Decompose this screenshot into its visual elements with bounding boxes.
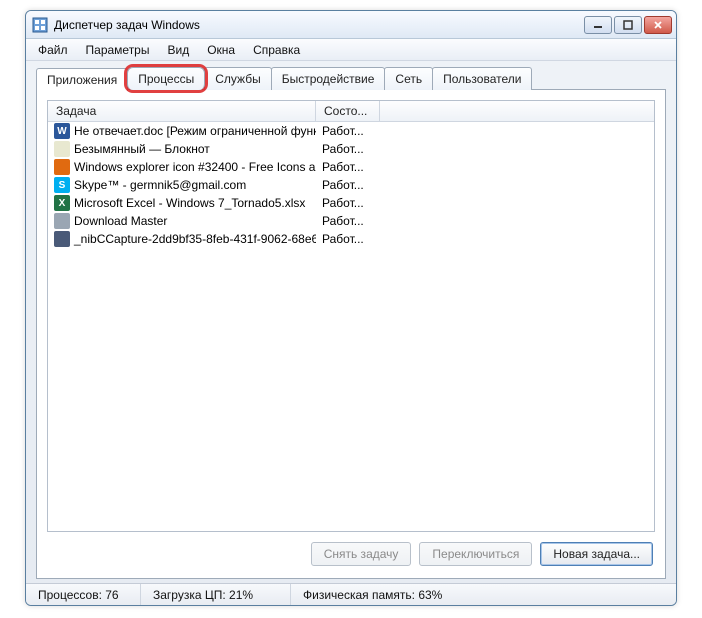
status-cell: Работ... xyxy=(316,231,380,247)
column-task[interactable]: Задача xyxy=(48,101,316,121)
menu-options[interactable]: Параметры xyxy=(78,41,158,59)
task-manager-window: Диспетчер задач Windows Файл Параметры В… xyxy=(25,10,677,606)
task-cell: Download Master xyxy=(48,212,316,230)
skype-icon: S xyxy=(54,177,70,193)
new-task-button[interactable]: Новая задача... xyxy=(540,542,653,566)
client-area: Приложения Процессы Службы Быстродействи… xyxy=(26,61,676,583)
task-name: Download Master xyxy=(74,214,167,228)
end-task-button[interactable]: Снять задачу xyxy=(311,542,412,566)
task-name: Безымянный — Блокнот xyxy=(74,142,210,156)
tab-performance[interactable]: Быстродействие xyxy=(271,67,386,90)
table-row[interactable]: _nibCCapture-2dd9bf35-8feb-431f-9062-68e… xyxy=(48,230,654,248)
firefox-icon xyxy=(54,159,70,175)
column-status[interactable]: Состо... xyxy=(316,101,380,121)
tab-strip: Приложения Процессы Службы Быстродействи… xyxy=(36,67,666,90)
table-row[interactable]: X Microsoft Excel - Windows 7_Tornado5.xl… xyxy=(48,194,654,212)
notepad-icon xyxy=(54,141,70,157)
task-name: Windows explorer icon #32400 - Free Icon… xyxy=(74,160,316,174)
column-spacer[interactable] xyxy=(380,101,654,121)
titlebar[interactable]: Диспетчер задач Windows xyxy=(26,11,676,39)
tab-services[interactable]: Службы xyxy=(204,67,271,90)
menu-help[interactable]: Справка xyxy=(245,41,308,59)
task-name: Skype™ - germnik5@gmail.com xyxy=(74,178,246,192)
status-cell: Работ... xyxy=(316,195,380,211)
table-row[interactable]: Windows explorer icon #32400 - Free Icon… xyxy=(48,158,654,176)
listview-body: W Не отвечает.doc [Режим ограниченной фун… xyxy=(48,122,654,531)
task-cell: S Skype™ - germnik5@gmail.com xyxy=(48,176,316,194)
excel-icon: X xyxy=(54,195,70,211)
status-cell: Работ... xyxy=(316,159,380,175)
status-cpu: Загрузка ЦП: 21% xyxy=(141,584,291,605)
status-processes: Процессов: 76 xyxy=(26,584,141,605)
listview-header: Задача Состо... xyxy=(48,101,654,122)
switch-to-button[interactable]: Переключиться xyxy=(419,542,532,566)
window-controls xyxy=(584,16,672,34)
menu-view[interactable]: Вид xyxy=(159,41,197,59)
dm-icon xyxy=(54,213,70,229)
table-row[interactable]: Безымянный — Блокнот Работ... xyxy=(48,140,654,158)
capture-icon xyxy=(54,231,70,247)
status-cell: Работ... xyxy=(316,141,380,157)
tab-users[interactable]: Пользователи xyxy=(432,67,532,90)
menubar: Файл Параметры Вид Окна Справка xyxy=(26,39,676,61)
task-cell: Windows explorer icon #32400 - Free Icon… xyxy=(48,158,316,176)
status-cell: Работ... xyxy=(316,177,380,193)
statusbar: Процессов: 76 Загрузка ЦП: 21% Физическа… xyxy=(26,583,676,605)
menu-windows[interactable]: Окна xyxy=(199,41,243,59)
applications-listview[interactable]: Задача Состо... W Не отвечает.doc [Режим … xyxy=(47,100,655,532)
close-button[interactable] xyxy=(644,16,672,34)
menu-file[interactable]: Файл xyxy=(30,41,76,59)
tab-applications[interactable]: Приложения xyxy=(36,68,128,91)
task-cell: _nibCCapture-2dd9bf35-8feb-431f-9062-68e… xyxy=(48,230,316,248)
task-cell: W Не отвечает.doc [Режим ограниченной фун… xyxy=(48,122,316,140)
status-cell: Работ... xyxy=(316,213,380,229)
task-name: Не отвечает.doc [Режим ограниченной функ… xyxy=(74,124,316,138)
table-row[interactable]: S Skype™ - germnik5@gmail.com Работ... xyxy=(48,176,654,194)
word-icon: W xyxy=(54,123,70,139)
status-memory: Физическая память: 63% xyxy=(291,584,454,605)
window-title: Диспетчер задач Windows xyxy=(54,18,584,32)
footer-buttons: Снять задачу Переключиться Новая задача.… xyxy=(47,532,655,568)
maximize-button[interactable] xyxy=(614,16,642,34)
tab-page-applications: Задача Состо... W Не отвечает.doc [Режим … xyxy=(36,89,666,579)
table-row[interactable]: W Не отвечает.doc [Режим ограниченной фун… xyxy=(48,122,654,140)
table-row[interactable]: Download Master Работ... xyxy=(48,212,654,230)
minimize-button[interactable] xyxy=(584,16,612,34)
task-cell: Безымянный — Блокнот xyxy=(48,140,316,158)
task-cell: X Microsoft Excel - Windows 7_Tornado5.xl… xyxy=(48,194,316,212)
app-icon xyxy=(32,17,48,33)
task-name: Microsoft Excel - Windows 7_Tornado5.xls… xyxy=(74,196,305,210)
tab-processes[interactable]: Процессы xyxy=(127,67,205,90)
status-cell: Работ... xyxy=(316,123,380,139)
tab-network[interactable]: Сеть xyxy=(384,67,433,90)
task-name: _nibCCapture-2dd9bf35-8feb-431f-9062-68e… xyxy=(74,232,316,246)
